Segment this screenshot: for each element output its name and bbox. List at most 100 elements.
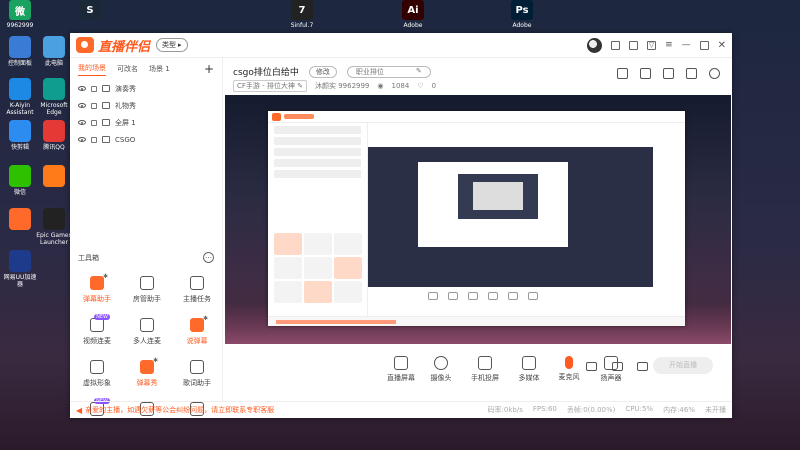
left-panel: 我的场景 可改名 场景 1 + 演奏秀 礼物秀 全屏 1 CSGO 工具箱 … 弹幕助…: [70, 58, 223, 416]
app-icon: [43, 120, 65, 142]
tool-item[interactable]: 主播任务: [172, 270, 222, 312]
record-icon[interactable]: [586, 362, 597, 371]
stat-item: FPS:60: [532, 405, 557, 413]
desktop-icon-label: 网易UU加速器: [3, 274, 37, 288]
tab-scene-1[interactable]: 场景 1: [149, 64, 170, 74]
desktop-icon[interactable]: 网易UU加速器: [2, 250, 38, 288]
minimize-icon[interactable]: —: [682, 40, 691, 50]
source-item[interactable]: 全屏 1: [70, 114, 222, 131]
tool-item[interactable]: 弹幕秀 ✱: [122, 354, 172, 396]
avatar[interactable]: [587, 37, 603, 53]
tool-item[interactable]: 视频连麦 NEW: [72, 312, 122, 354]
control-button[interactable]: 扬声器: [591, 352, 631, 383]
tab-my-scenes[interactable]: 我的场景: [78, 63, 106, 76]
main-toolbar: [617, 68, 720, 79]
eye-icon[interactable]: [78, 86, 86, 91]
gear-icon[interactable]: ✱: [103, 273, 108, 280]
tool-item[interactable]: 虚拟形象: [72, 354, 122, 396]
source-item[interactable]: CSGO: [70, 131, 222, 148]
control-button[interactable]: 手机投屏: [465, 352, 505, 383]
desktop-icon[interactable]: [2, 208, 38, 246]
source-item[interactable]: 演奏秀: [70, 80, 222, 97]
microphone-icon: [565, 356, 573, 369]
desktop-icon[interactable]: 快剪辑: [2, 120, 38, 158]
tool-label: 弹幕助手: [83, 295, 111, 303]
room-header: csgo排位白给中 修改 职业排位 ✎: [233, 65, 431, 78]
lock-icon[interactable]: [91, 102, 97, 109]
control-button[interactable]: 直播屏幕: [381, 352, 421, 383]
room-title: csgo排位白给中: [233, 68, 299, 78]
tool-icon: [190, 318, 204, 332]
lock-icon[interactable]: [91, 119, 97, 126]
desktop-icon[interactable]: K-Aiyin Assistant: [2, 78, 38, 116]
type-button[interactable]: 类型 ▸: [156, 38, 188, 52]
desktop-icon-label: Adobe: [403, 22, 423, 29]
add-scene-button[interactable]: +: [204, 62, 214, 76]
app-icon: [9, 120, 31, 142]
source-item[interactable]: 礼物秀: [70, 97, 222, 114]
speaker-icon: ◀: [76, 405, 83, 415]
eye-icon[interactable]: [78, 137, 86, 142]
eye-icon[interactable]: [78, 103, 86, 108]
edit-title-button[interactable]: 修改: [308, 65, 337, 78]
more-icon[interactable]: …: [203, 252, 214, 263]
lock-icon[interactable]: [91, 136, 97, 143]
tab-renamable[interactable]: 可改名: [117, 64, 138, 74]
desktop-icon[interactable]: [36, 165, 72, 203]
tool-icon: [140, 318, 154, 332]
gear-icon[interactable]: ✱: [153, 357, 158, 364]
eye-icon[interactable]: [612, 362, 623, 371]
settings-icon[interactable]: [637, 362, 648, 371]
desktop-icon[interactable]: 腾讯QQ: [36, 120, 72, 158]
settings-icon[interactable]: [629, 40, 639, 50]
desktop-icon-label: Epic Games Launcher: [36, 232, 72, 246]
desktop-icon[interactable]: S: [70, 0, 110, 32]
desktop-icon[interactable]: 控制面板: [2, 36, 38, 74]
lock-icon[interactable]: [91, 85, 97, 92]
close-icon[interactable]: ✕: [718, 40, 726, 51]
desktop-icon[interactable]: 微 9962999: [0, 0, 40, 32]
app-icon: Ps: [511, 0, 533, 20]
grid-icon[interactable]: [663, 68, 674, 79]
tool-item[interactable]: 房管助手: [122, 270, 172, 312]
category-selector[interactable]: 职业排位 ✎: [346, 65, 431, 78]
start-stream-button[interactable]: 开始直播: [653, 357, 713, 374]
control-button[interactable]: 麦克风: [549, 352, 589, 382]
lock-icon[interactable]: [686, 68, 697, 79]
app-window: 直播伴侣 类型 ▸ ▽ ≡ — ✕ 我的场景 可改名 场景 1 + 演奏秀 礼物秀…: [70, 33, 732, 418]
desktop-icon-label: 微信: [13, 189, 26, 196]
chevron-right-icon: ▸: [178, 41, 182, 49]
tool-label: 弹幕秀: [136, 379, 158, 387]
control-button[interactable]: 摄像头: [421, 352, 461, 383]
gear-icon[interactable]: ✱: [203, 315, 208, 322]
desktop-icon[interactable]: Ai Adobe: [393, 0, 433, 32]
mail-icon[interactable]: [611, 40, 621, 50]
desktop-icon-label: Adobe: [512, 22, 532, 29]
desktop-icon-label: 9962999: [6, 22, 34, 29]
eye-icon[interactable]: [78, 120, 86, 125]
menu-icon[interactable]: ≡: [665, 40, 673, 50]
room-meta: CF手游 - 排位大神 ✎ 沐颜实 9962999 ◉ 1084 ♡ 0: [233, 80, 436, 92]
game-tag[interactable]: CF手游 - 排位大神 ✎: [233, 80, 307, 92]
tool-item[interactable]: 弹幕助手 ✱: [72, 270, 122, 312]
desktop-icon[interactable]: 此电脑: [36, 36, 72, 74]
app-icon: [43, 165, 65, 187]
desktop-icon[interactable]: 7 Sinful.7: [282, 0, 322, 32]
tool-icon: [90, 276, 104, 290]
maximize-icon[interactable]: [699, 40, 709, 50]
desktop-icon[interactable]: Microsoft Edge: [36, 78, 72, 116]
app-icon: Ai: [402, 0, 424, 20]
share-icon[interactable]: [709, 68, 720, 79]
tool-item[interactable]: 歌词助手: [172, 354, 222, 396]
tool-item[interactable]: 说弹幕 ✱: [172, 312, 222, 354]
control-button[interactable]: 多媒体: [509, 352, 549, 383]
desktop-icon[interactable]: 微信: [2, 165, 38, 203]
gift-icon[interactable]: [617, 68, 628, 79]
desktop-icon[interactable]: Ps Adobe: [502, 0, 542, 32]
status-bar: ◀ 亲爱的主播，如遇欠薪等公会纠纷问题，请立即联系专职客服 码率:0kb/s FP…: [70, 401, 732, 418]
filter-icon[interactable]: ▽: [647, 40, 657, 50]
desktop-icon[interactable]: Epic Games Launcher: [36, 208, 72, 246]
tool-item[interactable]: 多人连麦: [122, 312, 172, 354]
stream-preview[interactable]: [225, 95, 731, 344]
unlock-icon[interactable]: [640, 68, 651, 79]
